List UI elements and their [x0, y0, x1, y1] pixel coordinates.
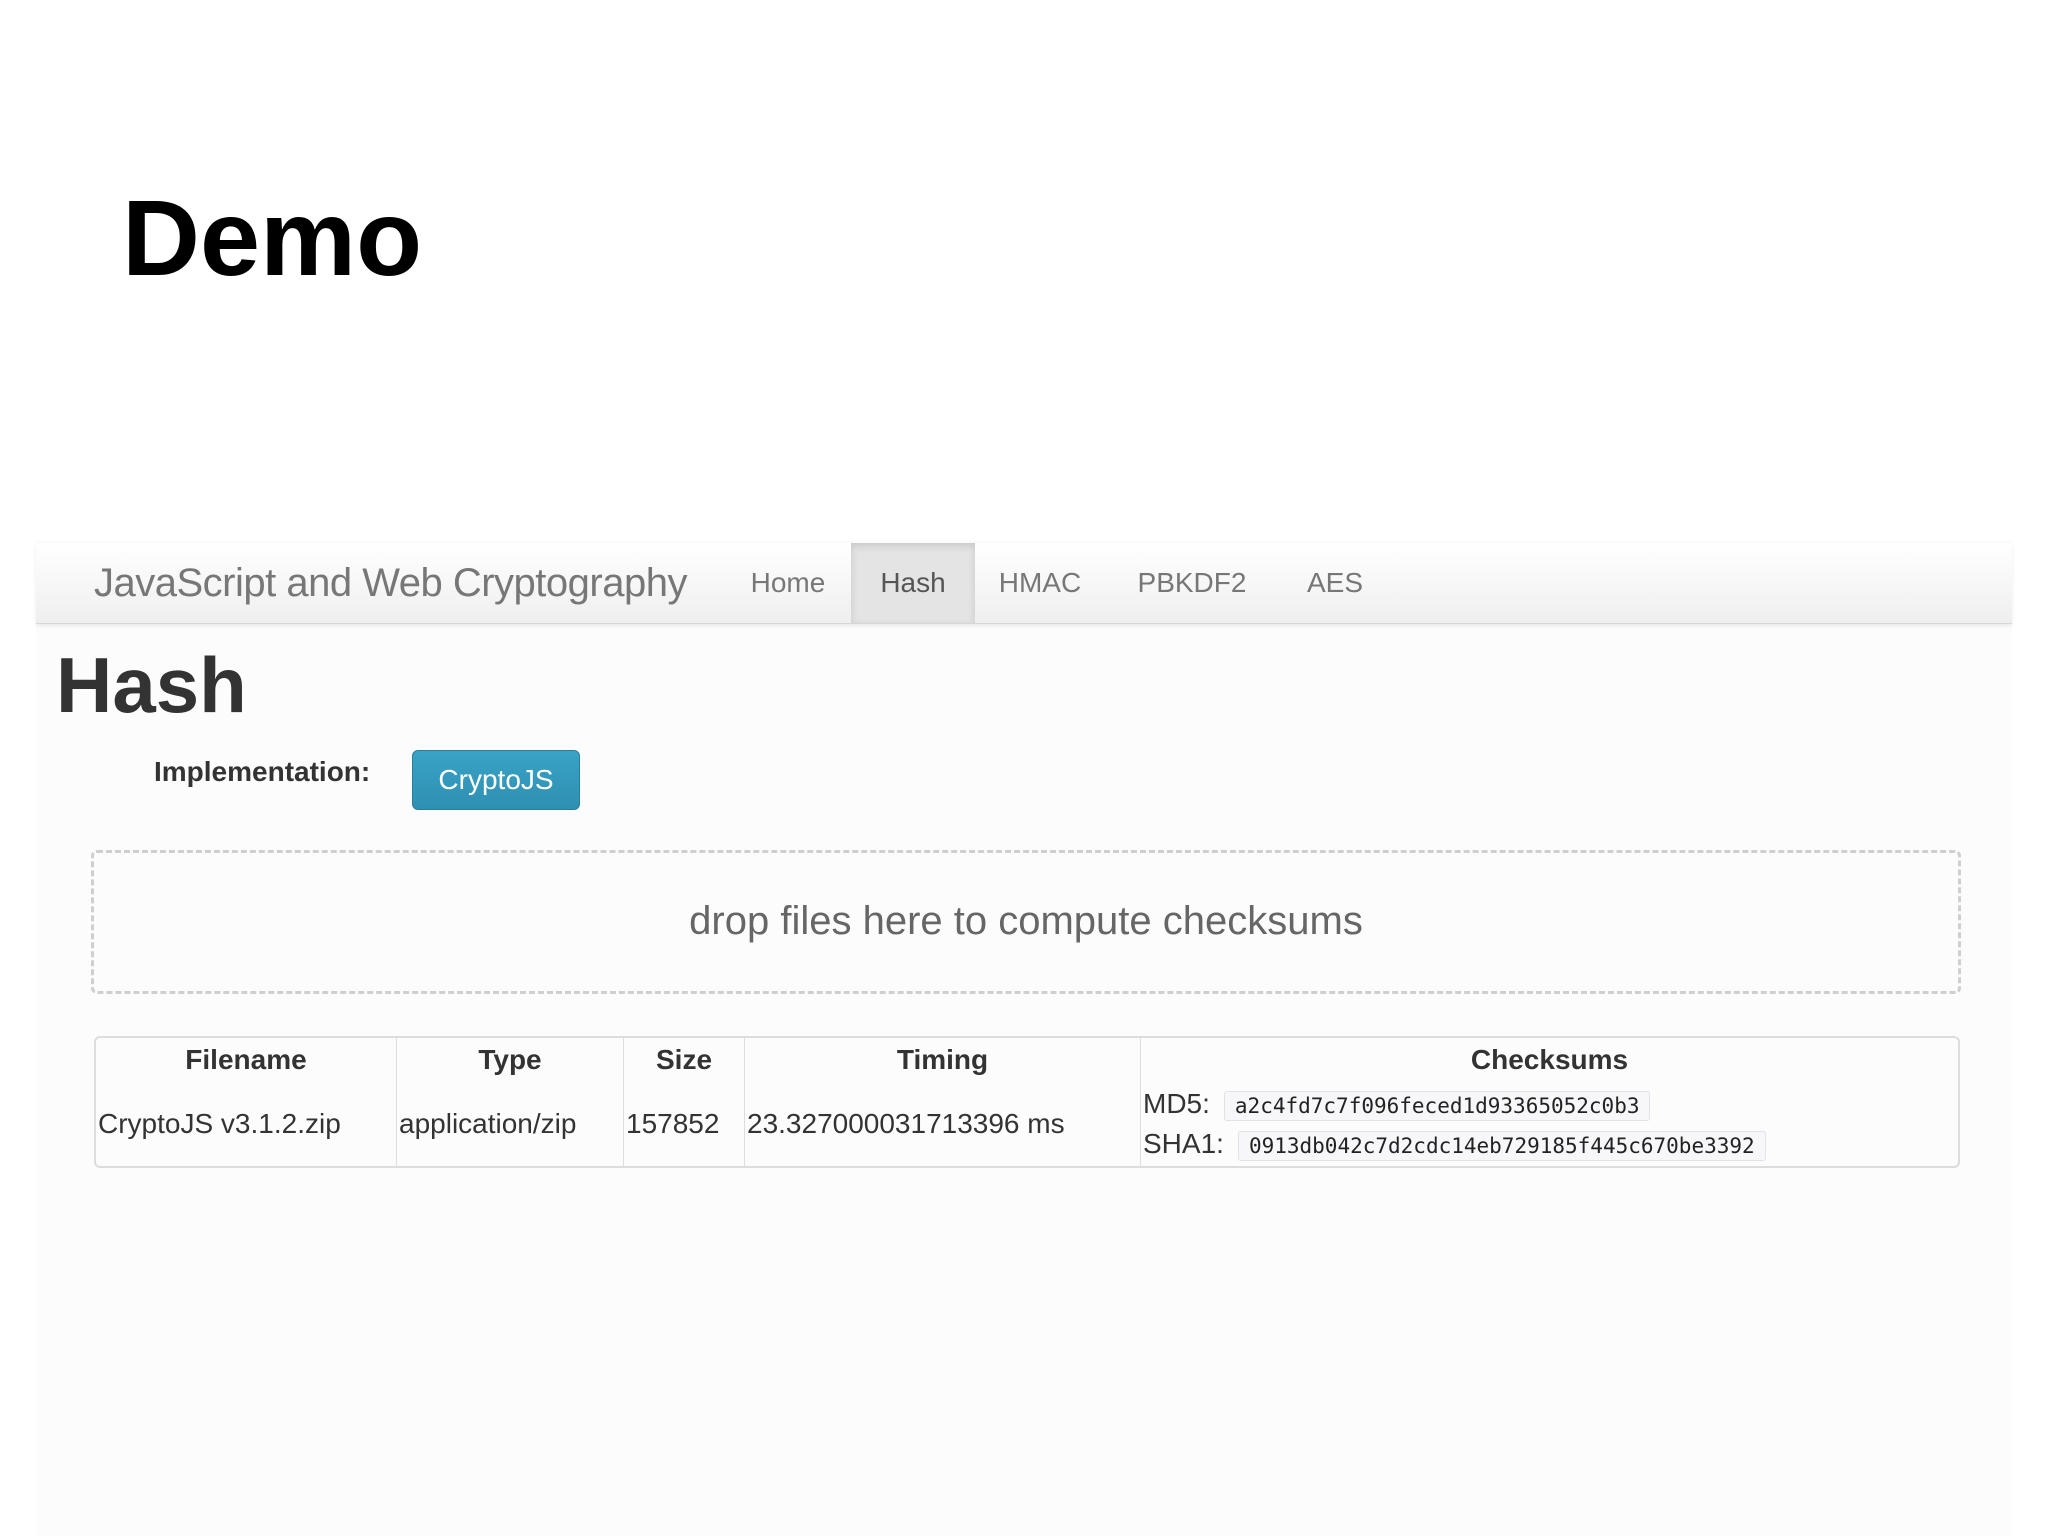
results-table: Filename Type Size Timing Checksums Cryp…: [94, 1036, 1960, 1168]
navbar-brand[interactable]: JavaScript and Web Cryptography: [94, 561, 687, 605]
navbar: JavaScript and Web Cryptography Home Has…: [36, 543, 2012, 624]
sha1-label: SHA1:: [1143, 1128, 1224, 1159]
nav-item-aes[interactable]: AES: [1288, 543, 1382, 623]
cell-timing: 23.327000031713396 ms: [744, 1082, 1140, 1166]
nav-item-home[interactable]: Home: [728, 543, 848, 623]
cell-filename: CryptoJS v3.1.2.zip: [98, 1108, 341, 1139]
nav-item-hash[interactable]: Hash: [851, 543, 975, 623]
md5-line: MD5: a2c4fd7c7f096feced1d93365052c0b3: [1143, 1084, 1956, 1124]
md5-label: MD5:: [1143, 1088, 1210, 1119]
md5-value: a2c4fd7c7f096feced1d93365052c0b3: [1223, 1090, 1651, 1121]
column-header-type: Type: [396, 1038, 623, 1082]
file-dropzone[interactable]: drop files here to compute checksums: [91, 850, 1961, 994]
nav-item-pbkdf2[interactable]: PBKDF2: [1128, 543, 1256, 623]
table-row: CryptoJS v3.1.2.zip application/zip 1578…: [96, 1082, 1958, 1166]
column-header-timing: Timing: [744, 1038, 1140, 1082]
column-header-size: Size: [623, 1038, 744, 1082]
page-heading: Hash: [56, 641, 247, 729]
cell-checksums: MD5: a2c4fd7c7f096feced1d93365052c0b3 SHA…: [1140, 1082, 1958, 1166]
column-header-checksums: Checksums: [1140, 1038, 1958, 1082]
nav-item-hmac[interactable]: HMAC: [980, 543, 1100, 623]
sha1-value: 0913db042c7d2cdc14eb729185f445c670be3392: [1237, 1130, 1766, 1161]
cell-type: application/zip: [396, 1082, 623, 1166]
slide-title: Demo: [122, 177, 423, 298]
cryptojs-button[interactable]: CryptoJS: [412, 750, 580, 810]
implementation-label: Implementation:: [154, 756, 371, 787]
table-header-row: Filename Type Size Timing Checksums: [96, 1038, 1958, 1082]
cell-size: 157852: [623, 1082, 744, 1166]
sha1-line: SHA1: 0913db042c7d2cdc14eb729185f445c670b…: [1143, 1124, 1956, 1164]
column-header-filename: Filename: [185, 1044, 307, 1075]
app-screenshot: JavaScript and Web Cryptography Home Has…: [36, 540, 2012, 1536]
dropzone-text: drop files here to compute checksums: [689, 899, 1363, 943]
